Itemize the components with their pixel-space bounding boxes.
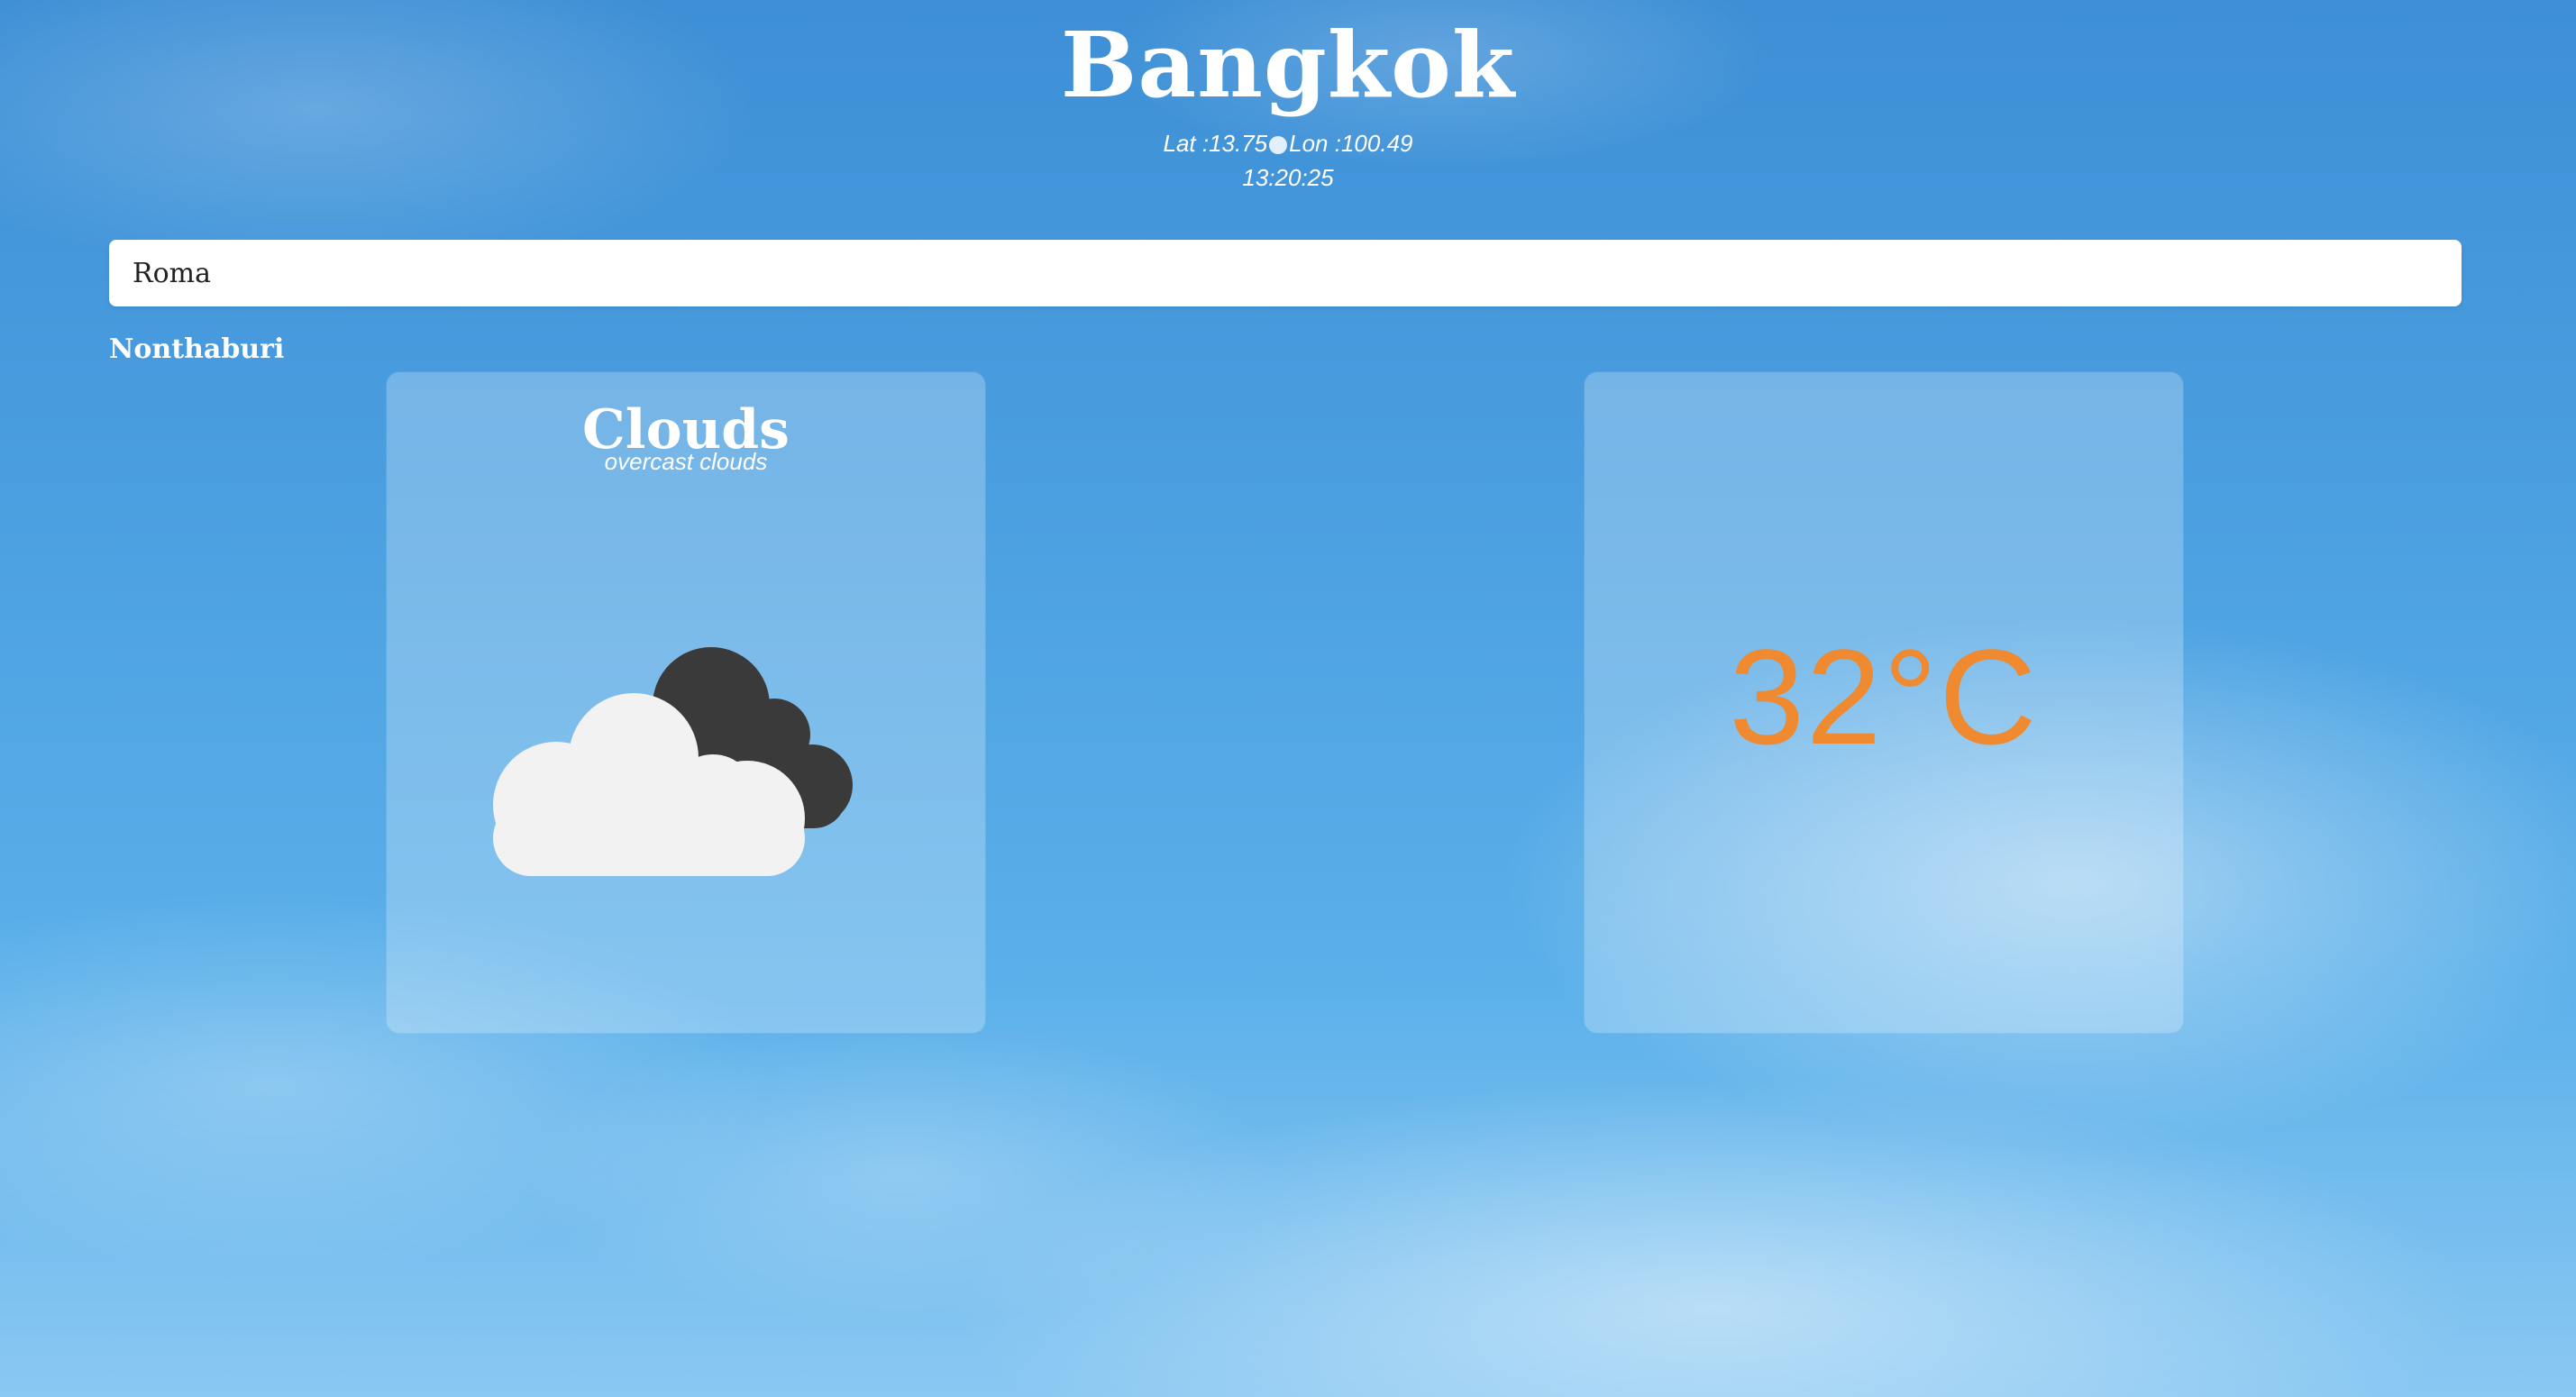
coordinates: Lat :13.75 Lon :100.49 [0,128,2576,159]
latitude: Lat :13.75 [1163,130,1268,157]
overcast-clouds-icon [486,625,882,895]
search-suggestion-item[interactable]: Nonthaburi [109,332,284,368]
temperature-card: 32°C [1585,372,2183,1033]
weather-condition-card: Clouds overcast clouds [387,372,985,1033]
longitude: Lon :100.49 [1289,130,1413,157]
city-name: Bangkok [1060,12,1516,118]
weather-description: overcast clouds [604,448,768,475]
temperature-value: 32°C [1729,621,2039,772]
local-time: 13:20:25 [1242,164,1334,191]
city-search-input[interactable] [109,240,2462,306]
globe-icon [1269,136,1288,154]
